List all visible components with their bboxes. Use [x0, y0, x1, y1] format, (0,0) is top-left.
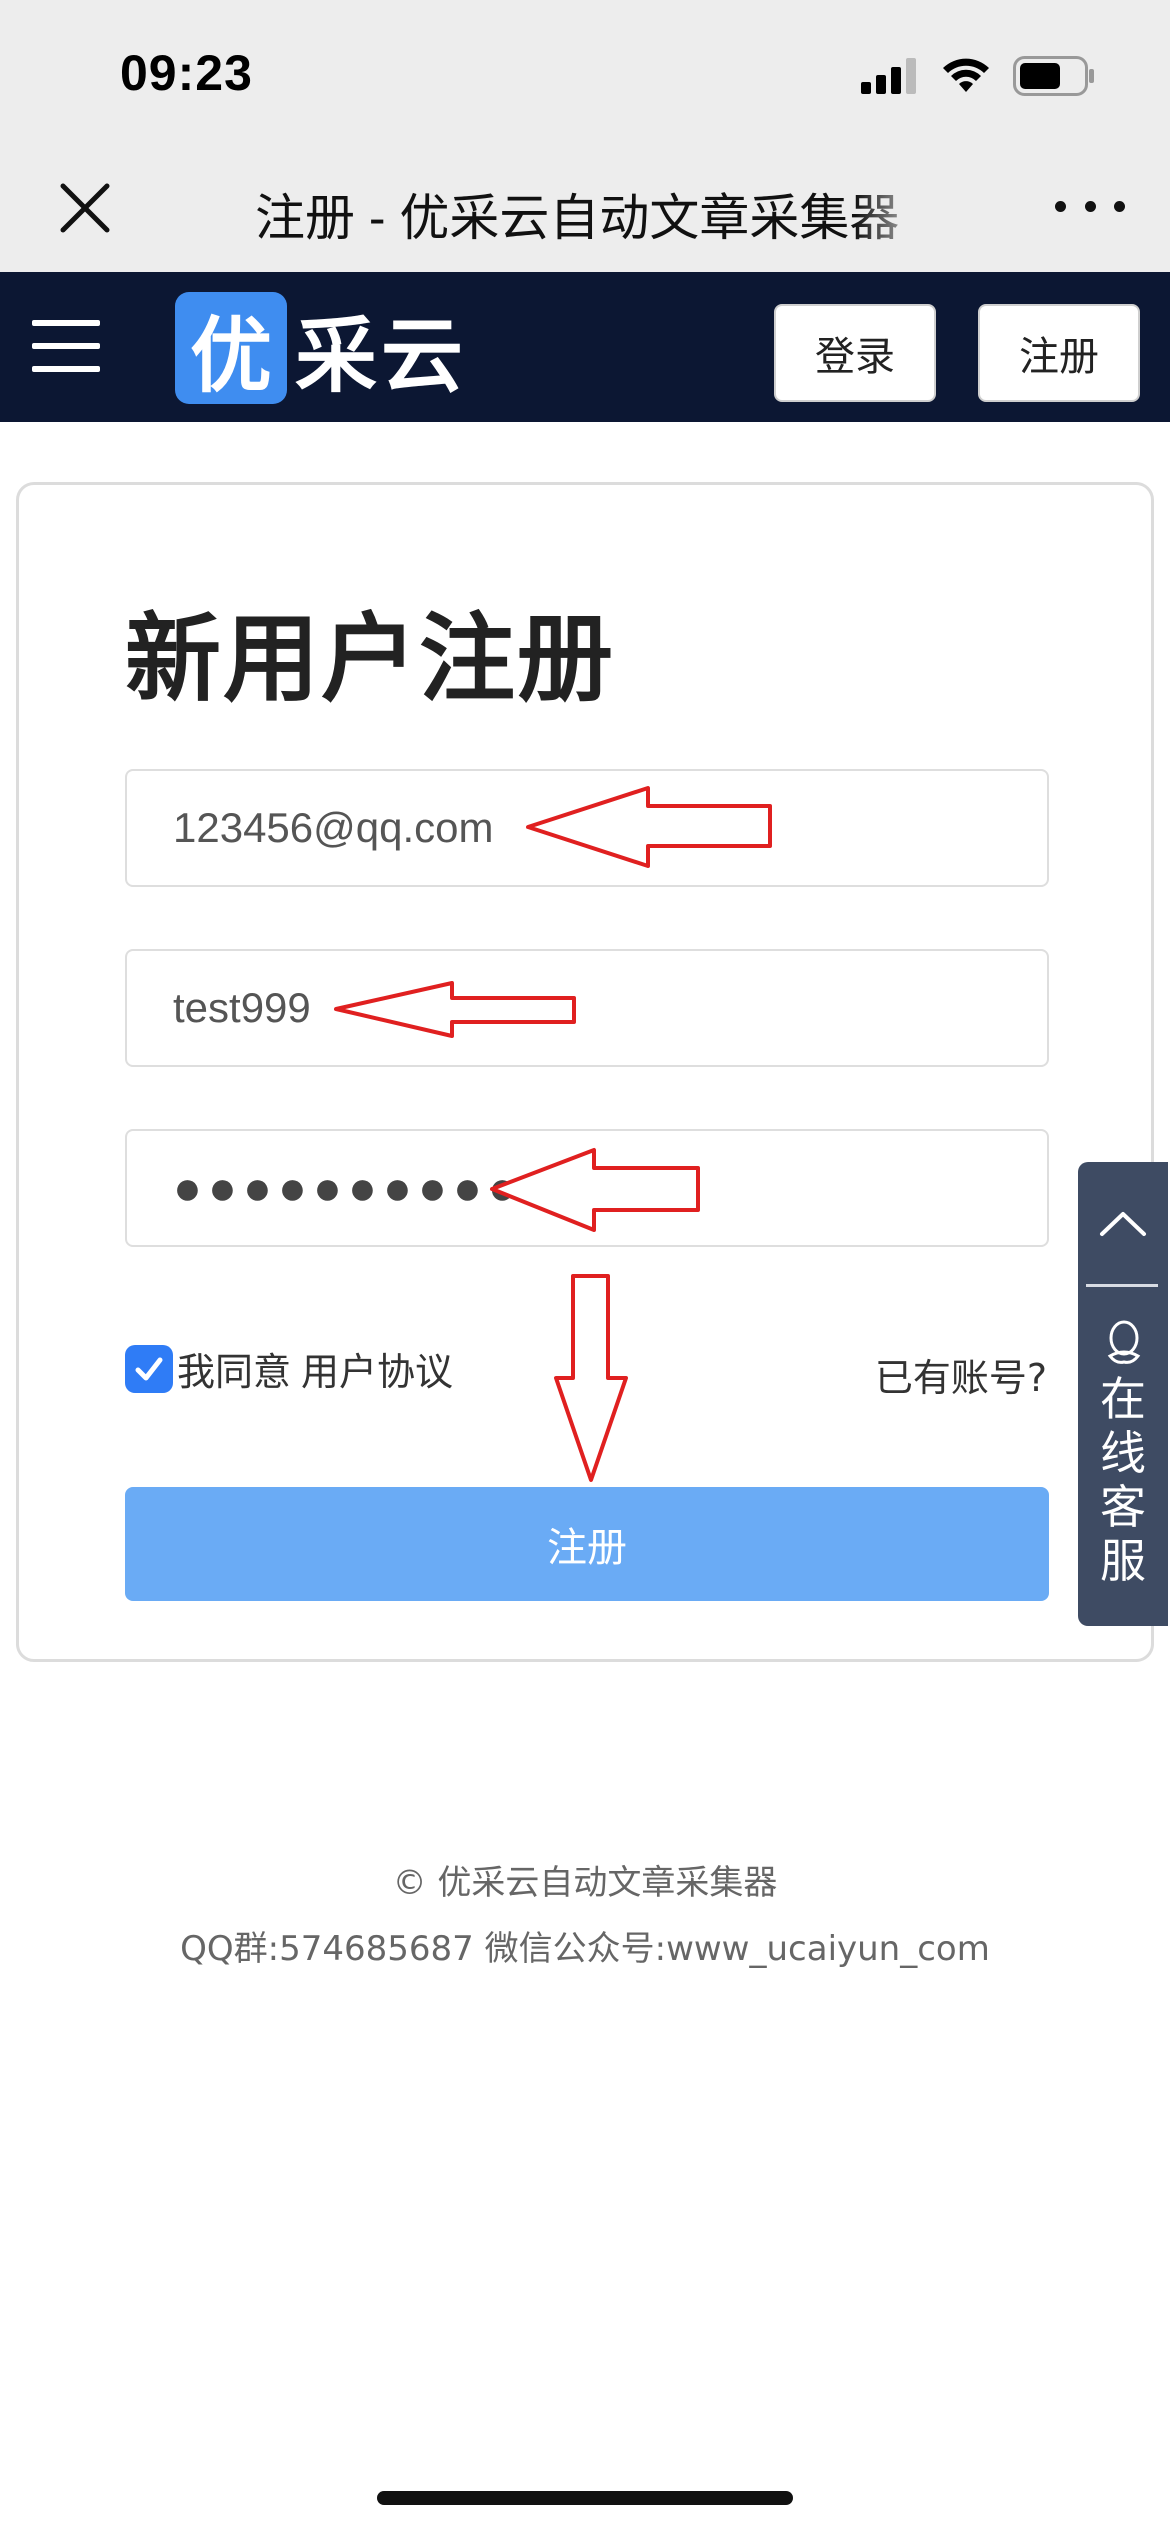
user-agreement-link[interactable]: 用户协议 — [301, 1341, 453, 1396]
email-field[interactable]: 123456@qq.com — [125, 769, 1049, 887]
checkmark-icon — [135, 1357, 163, 1380]
home-indicator — [377, 2491, 793, 2505]
site-header: 优 采云 登录 注册 — [0, 272, 1170, 422]
chevron-up-icon — [1100, 1212, 1146, 1236]
battery-icon — [1013, 56, 1094, 96]
password-field[interactable]: ●●●●●●●●●●● — [125, 1129, 1049, 1247]
close-button[interactable] — [55, 178, 115, 238]
signal-icon — [861, 58, 916, 94]
agree-row: 我同意 用户协议 — [125, 1341, 453, 1396]
close-icon — [60, 183, 110, 233]
status-icons — [861, 56, 1095, 96]
form-heading: 新用户注册 — [125, 603, 615, 715]
more-options-button[interactable] — [1055, 186, 1125, 226]
qq-icon — [1107, 1320, 1141, 1364]
more-dots-icon — [1055, 200, 1066, 212]
status-time: 09:23 — [120, 45, 253, 101]
scroll-top-button[interactable] — [1078, 1162, 1168, 1282]
username-field[interactable]: test999 — [125, 949, 1049, 1067]
register-submit-button[interactable]: 注册 — [125, 1487, 1049, 1601]
page-title: 注册 - 优采云自动文章采集器 — [255, 178, 935, 250]
have-account-link[interactable]: 已有账号? — [875, 1347, 1047, 1402]
site-logo[interactable]: 优 采云 — [175, 292, 467, 404]
footer-contact: QQ群:574685687 微信公众号:www_ucaiyun_com — [180, 1929, 990, 1969]
agree-label: 我同意 — [177, 1350, 292, 1394]
browser-title-bar: 注册 - 优采云自动文章采集器 — [0, 150, 1170, 272]
agree-checkbox[interactable] — [125, 1344, 173, 1393]
footer-copyright: © 优采云自动文章采集器 — [392, 1863, 778, 1903]
logo-text: 采云 — [295, 307, 468, 404]
register-card: 新用户注册 123456@qq.com test999 ●●●●●●●●●●● … — [16, 482, 1154, 1662]
logo-mark: 优 — [175, 292, 287, 404]
online-service-label: 在 线 客 服 — [1100, 1372, 1146, 1588]
wifi-icon — [943, 58, 989, 92]
register-nav-button[interactable]: 注册 — [978, 304, 1140, 402]
menu-icon[interactable] — [32, 320, 100, 372]
footer: © 优采云自动文章采集器 QQ群:574685687 微信公众号:www_uca… — [0, 1850, 1170, 1982]
login-button[interactable]: 登录 — [774, 304, 936, 402]
online-service-widget[interactable]: 在 线 客 服 — [1078, 1162, 1168, 1626]
status-bar: 09:23 — [0, 0, 1170, 150]
divider — [1086, 1284, 1158, 1287]
